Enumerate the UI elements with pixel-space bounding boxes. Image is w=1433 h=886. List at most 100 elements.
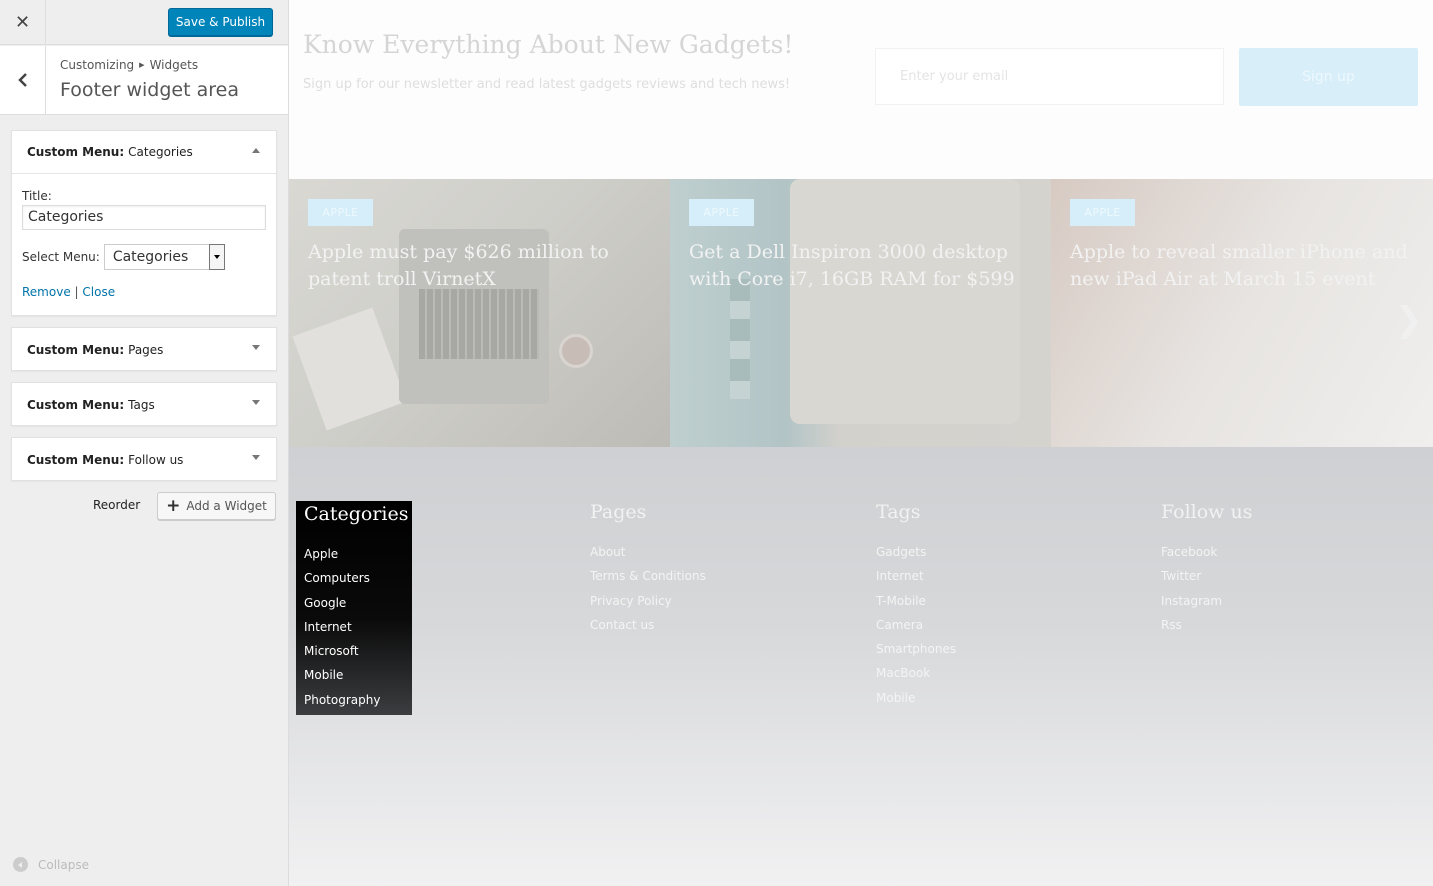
expand-arrow-icon[interactable] (252, 400, 260, 405)
widget-actions: Remove | Close (22, 285, 266, 299)
menu-select-value: Categories (112, 249, 189, 265)
footer-widget-area: Categories Apple Computers Google Intern… (289, 447, 1433, 886)
slide[interactable]: APPLE Apple to reveal smaller iPhone and… (1051, 179, 1433, 447)
widget-name-label: Tags (128, 397, 155, 412)
footer-link[interactable]: Photography (304, 688, 404, 712)
widget-custom-menu-pages[interactable]: Custom Menu: Pages (11, 327, 277, 371)
footer-link[interactable]: About (590, 540, 706, 564)
widget-name-label: Follow us (128, 452, 184, 467)
category-badge[interactable]: APPLE (689, 199, 754, 226)
footer-link[interactable]: Twitter (1161, 564, 1252, 588)
footer-column-title: Tags (876, 501, 921, 523)
widget-header[interactable]: Custom Menu: Pages (12, 328, 276, 371)
widget-custom-menu-tags[interactable]: Custom Menu: Tags (11, 382, 277, 426)
footer-column-title: Pages (590, 501, 647, 523)
widget-header[interactable]: Custom Menu: Follow us (12, 438, 276, 481)
close-link[interactable]: Close (82, 285, 115, 299)
footer-link[interactable]: Rss (1161, 613, 1252, 637)
footer-link[interactable]: Mobile (876, 686, 956, 710)
footer-link[interactable]: Facebook (1161, 540, 1252, 564)
collapse-sidebar-button[interactable]: Collapse (13, 857, 89, 872)
chevron-left-icon (17, 73, 27, 87)
footer-column-categories: Categories Apple Computers Google Intern… (296, 501, 412, 716)
footer-link[interactable]: Contact us (590, 613, 706, 637)
category-badge[interactable]: APPLE (1070, 199, 1135, 226)
footer-link[interactable]: Privacy Policy (590, 589, 706, 613)
collapse-arrow-icon[interactable] (252, 148, 260, 153)
breadcrumb-section: Widgets (149, 58, 199, 72)
email-input[interactable]: Enter your email (875, 48, 1224, 105)
footer-column-title: Follow us (1161, 501, 1253, 523)
collapse-icon (13, 857, 28, 872)
footer-link[interactable]: Microsoft (304, 639, 404, 663)
site-preview: Know Everything About New Gadgets! Sign … (289, 0, 1433, 886)
newsletter-title: Know Everything About New Gadgets! (303, 30, 794, 59)
breadcrumb-root: Customizing (60, 58, 135, 72)
customizer-header: ✕ Save & Publish (0, 0, 288, 45)
slide-title[interactable]: Apple must pay $626 million to patent tr… (308, 239, 653, 293)
slide-image-notebook (292, 307, 407, 431)
widget-custom-menu-follow-us[interactable]: Custom Menu: Follow us (11, 437, 277, 481)
slide[interactable]: APPLE Apple must pay $626 million to pat… (289, 179, 670, 447)
widget-name-label: Pages (128, 342, 164, 357)
panel-header: Customizing ▶ Widgets Footer widget area (0, 46, 288, 115)
close-customizer-button[interactable]: ✕ (0, 0, 46, 45)
slide-title[interactable]: Apple to reveal smaller iPhone and new i… (1070, 239, 1415, 293)
back-button[interactable] (0, 46, 46, 114)
footer-link[interactable]: Camera (876, 613, 956, 637)
slide-image-mug (559, 334, 593, 368)
category-badge[interactable]: APPLE (308, 199, 373, 226)
footer-link[interactable]: Google (304, 591, 404, 615)
widget-form: Title: Categories Select Menu: Categorie… (12, 174, 276, 299)
slide-image-strip (730, 279, 750, 399)
slide[interactable]: APPLE Get a Dell Inspiron 3000 desktop w… (670, 179, 1051, 447)
close-icon: ✕ (14, 12, 31, 33)
widget-custom-menu-categories: Custom Menu: Categories Title: Categorie… (11, 130, 277, 316)
footer-link[interactable]: Terms & Conditions (590, 564, 706, 588)
slide-image-keyboard (419, 289, 539, 359)
title-label: Title: (22, 189, 52, 203)
footer-link[interactable]: Internet (304, 615, 404, 639)
panel-title: Footer widget area (60, 79, 239, 101)
footer-column-tags: Tags Gadgets Internet T-Mobile Camera Sm… (876, 501, 956, 710)
footer-link[interactable]: Gadgets (876, 540, 956, 564)
expand-arrow-icon[interactable] (252, 455, 260, 460)
footer-link[interactable]: Instagram (1161, 589, 1252, 613)
widget-type-label: Custom Menu: (27, 342, 125, 357)
slide-image-device (790, 179, 1020, 424)
customizer-sidebar: ✕ Save & Publish Customizing ▶ Widgets F… (0, 0, 289, 886)
footer-column-follow-us: Follow us Facebook Twitter Instagram Rss (1161, 501, 1252, 637)
footer-link[interactable]: Mobile (304, 663, 404, 687)
footer-link[interactable]: T-Mobile (876, 589, 956, 613)
footer-column-pages: Pages About Terms & Conditions Privacy P… (590, 501, 706, 637)
save-publish-button[interactable]: Save & Publish (168, 8, 273, 36)
slide-title[interactable]: Get a Dell Inspiron 3000 desktop with Co… (689, 239, 1034, 293)
widget-name-label: Categories (128, 145, 193, 159)
breadcrumb: Customizing ▶ Widgets (60, 58, 198, 72)
widget-type-label: Custom Menu: (27, 452, 125, 467)
add-widget-button[interactable]: + Add a Widget (157, 492, 276, 520)
menu-select[interactable]: Categories (103, 244, 225, 270)
footer-link[interactable]: MacBook (876, 661, 956, 685)
featured-slider: APPLE Apple must pay $626 million to pat… (289, 179, 1433, 447)
select-menu-label: Select Menu: (22, 250, 100, 264)
newsletter-section: Know Everything About New Gadgets! Sign … (289, 0, 1433, 179)
chevron-right-icon[interactable]: ❯ (1395, 300, 1424, 340)
remove-link[interactable]: Remove (22, 285, 71, 299)
footer-link[interactable]: Apple (304, 542, 404, 566)
widget-header[interactable]: Custom Menu: Tags (12, 383, 276, 426)
action-separator: | (74, 285, 79, 299)
breadcrumb-separator-icon: ▶ (139, 61, 145, 69)
reorder-link[interactable]: Reorder (93, 498, 140, 512)
signup-button[interactable]: Sign up (1239, 48, 1418, 106)
footer-link[interactable]: Computers (304, 566, 404, 590)
dropdown-arrow-icon[interactable] (208, 244, 225, 270)
newsletter-subtitle: Sign up for our newsletter and read late… (303, 77, 791, 92)
footer-link[interactable]: Smartphones (876, 637, 956, 661)
widget-header[interactable]: Custom Menu: Categories (12, 131, 276, 174)
footer-column-title: Categories (304, 503, 409, 525)
footer-link[interactable]: Internet (876, 564, 956, 588)
expand-arrow-icon[interactable] (252, 345, 260, 350)
collapse-label: Collapse (38, 857, 89, 872)
title-input[interactable]: Categories (22, 205, 266, 230)
